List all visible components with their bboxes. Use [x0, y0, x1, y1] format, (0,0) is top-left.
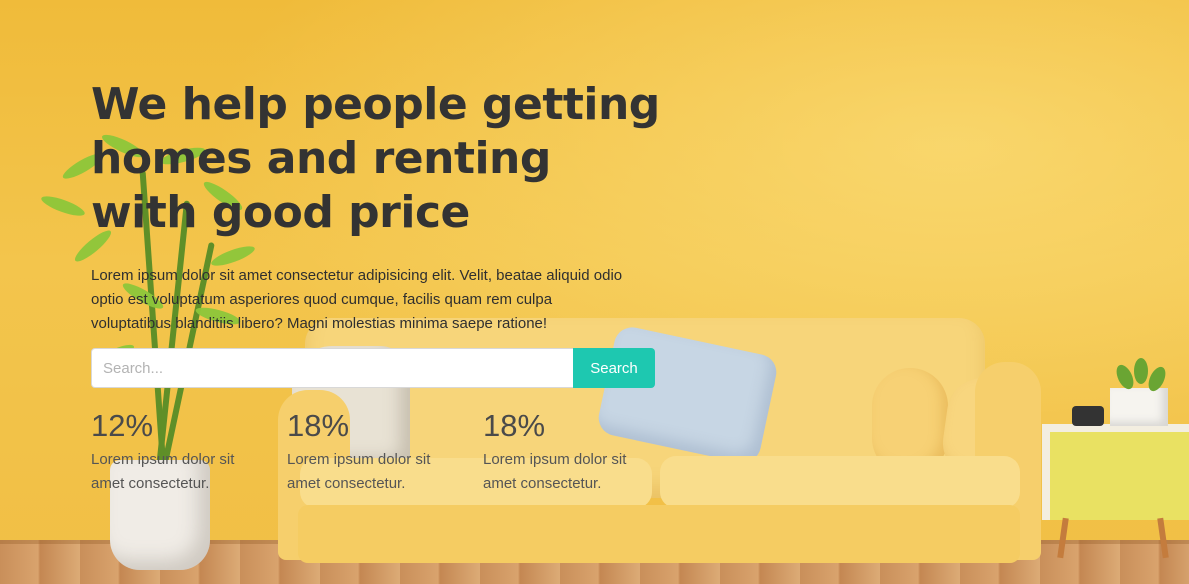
stats-row: 12% Lorem ipsum dolor sit amet consectet…: [91, 408, 679, 496]
hero-description: Lorem ipsum dolor sit amet consectetur a…: [91, 267, 623, 332]
stat-item: 12% Lorem ipsum dolor sit amet consectet…: [91, 408, 287, 496]
stat-item: 18% Lorem ipsum dolor sit amet consectet…: [483, 408, 679, 496]
small-plant-leaf: [1134, 358, 1148, 384]
stat-value: 18%: [287, 408, 350, 443]
search-button[interactable]: Search: [573, 348, 655, 388]
side-cabinet: [1042, 424, 1189, 520]
stat-value: 18%: [483, 408, 546, 443]
sofa-seat-right: [660, 456, 1020, 508]
camera-decor: [1072, 406, 1104, 426]
stat-description: Lorem ipsum dolor sit amet consectetur.: [287, 451, 431, 492]
search-input[interactable]: [91, 348, 573, 388]
stat-value: 12%: [91, 408, 154, 443]
hero-section: We help people getting homes and renting…: [91, 78, 661, 492]
sofa-base: [298, 505, 1020, 563]
stat-item: 18% Lorem ipsum dolor sit amet consectet…: [287, 408, 483, 496]
small-planter: [1110, 388, 1168, 426]
stat-description: Lorem ipsum dolor sit amet consectetur.: [91, 451, 235, 492]
stat-description: Lorem ipsum dolor sit amet consectetur.: [483, 451, 627, 492]
search-form: Search: [91, 348, 655, 388]
hero-title: We help people getting homes and renting…: [91, 79, 660, 238]
